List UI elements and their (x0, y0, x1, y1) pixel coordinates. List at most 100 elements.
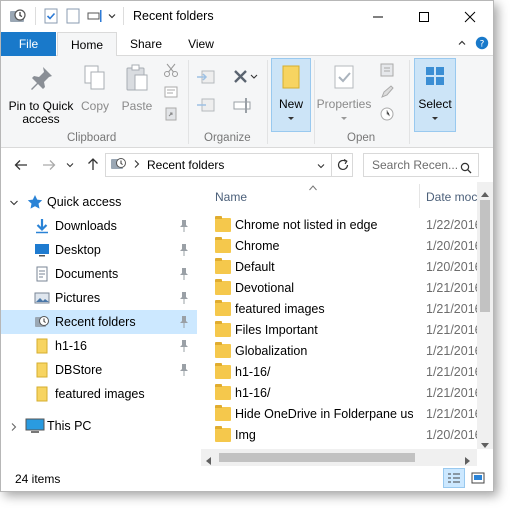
details-view-button[interactable] (443, 468, 465, 488)
close-button[interactable] (447, 1, 493, 32)
file-name: Img (235, 428, 256, 442)
clipboard-group-label: Clipboard (67, 132, 117, 144)
nav-quick-access[interactable]: Quick access (1, 190, 197, 214)
pin-icon[interactable] (179, 316, 189, 328)
back-arrow-icon[interactable] (13, 157, 29, 176)
nav-item-recent-folders[interactable]: Recent folders (1, 310, 197, 334)
maximize-button[interactable] (401, 1, 447, 32)
file-row[interactable]: Files Important 1/21/2016 (215, 321, 482, 342)
title-bar: Recent folders (1, 1, 493, 32)
documents-icon (34, 266, 50, 282)
file-name: featured images (235, 302, 325, 316)
open-button[interactable] (377, 62, 397, 78)
copy-button[interactable]: Copy (77, 64, 113, 113)
breadcrumb-chevron-icon[interactable] (133, 158, 141, 172)
pin-icon[interactable] (179, 340, 189, 352)
copy-to-button[interactable] (195, 96, 219, 114)
search-input[interactable]: Search Recen... (363, 153, 479, 177)
file-row[interactable]: Hide OneDrive in Folderpane us... 1/21/20… (215, 405, 482, 426)
customize-toolbar-chevron-icon[interactable] (107, 7, 117, 25)
column-divider[interactable] (419, 184, 420, 208)
rename-button[interactable] (231, 96, 255, 114)
forward-arrow-icon[interactable] (41, 157, 57, 176)
up-arrow-icon[interactable] (85, 156, 101, 175)
recent-locations-chevron-icon[interactable] (65, 159, 75, 173)
column-header-name[interactable]: Name (215, 190, 247, 204)
pin-icon[interactable] (179, 268, 189, 280)
pictures-icon (34, 290, 50, 306)
tab-home[interactable]: Home (57, 32, 117, 57)
history-icon (380, 107, 394, 121)
pin-icon[interactable] (179, 220, 189, 232)
file-row[interactable]: featured images 1/21/2016 (215, 300, 482, 321)
file-name: h1-16/ (235, 365, 271, 379)
select-button[interactable]: Select (414, 64, 456, 123)
address-bar[interactable]: Recent folders (105, 153, 353, 177)
copy-path-button[interactable] (161, 84, 181, 100)
paste-shortcut-button[interactable] (161, 106, 181, 122)
expand-chevron-icon[interactable] (9, 197, 19, 211)
properties-button[interactable]: Properties (315, 64, 373, 123)
file-row[interactable]: Img 1/20/2016 (215, 426, 482, 447)
large-icons-view-icon (471, 472, 485, 484)
nav-item-downloads[interactable]: Downloads (1, 214, 197, 238)
large-icons-view-button[interactable] (467, 468, 489, 488)
file-row[interactable]: Devotional 1/21/2016 (215, 279, 482, 300)
move-to-button[interactable] (195, 68, 219, 86)
help-icon[interactable]: ? (475, 36, 489, 53)
refresh-button[interactable] (331, 153, 353, 177)
nav-item-featured-images[interactable]: featured images (1, 382, 197, 406)
expand-chevron-icon[interactable] (9, 421, 19, 435)
horizontal-scroll-thumb[interactable] (219, 453, 415, 462)
pin-to-quick-access-button[interactable]: Pin to Quick access (5, 64, 77, 126)
open-group-label: Open (347, 132, 376, 144)
file-date: 1/20/2016 (426, 239, 482, 253)
rename-qat-icon[interactable] (87, 7, 103, 25)
vertical-scroll-thumb[interactable] (480, 200, 490, 312)
properties-icon (334, 65, 354, 89)
window-title: Recent folders (133, 9, 214, 23)
tab-view[interactable]: View (177, 32, 225, 56)
file-row[interactable]: Default 1/20/2016 (215, 258, 482, 279)
properties-qat-icon[interactable] (43, 7, 59, 25)
address-history-chevron-icon[interactable] (316, 160, 326, 174)
paste-label: Paste (121, 99, 153, 113)
file-row[interactable]: Chrome 1/20/2016 (215, 237, 482, 258)
navigation-bar: Recent folders Search Recen... (1, 148, 493, 182)
pin-icon[interactable] (179, 364, 189, 376)
nav-item-h1-16[interactable]: h1-16 (1, 334, 197, 358)
nav-item-desktop[interactable]: Desktop (1, 238, 197, 262)
collapse-ribbon-icon[interactable] (457, 38, 467, 51)
minimize-button[interactable] (355, 1, 401, 32)
navigation-pane: Quick access Downloads Desktop Documents (1, 182, 201, 449)
pin-icon[interactable] (179, 244, 189, 256)
delete-button[interactable] (231, 68, 259, 86)
horizontal-scrollbar[interactable] (201, 449, 477, 466)
new-folder-icon (282, 65, 300, 89)
tab-file[interactable]: File (1, 32, 56, 56)
new-folder-qat-icon[interactable] (65, 7, 81, 25)
tab-share[interactable]: Share (121, 32, 171, 56)
breadcrumb-current[interactable]: Recent folders (147, 158, 224, 172)
nav-item-documents[interactable]: Documents (1, 262, 197, 286)
ribbon-right-controls: ? (457, 36, 489, 53)
nav-item-dbstore[interactable]: DBStore (1, 358, 197, 382)
file-row[interactable]: Globalization 1/21/2016 (215, 342, 482, 363)
pin-icon[interactable] (179, 292, 189, 304)
scroll-up-icon[interactable] (481, 186, 489, 200)
file-row[interactable]: h1-16/1/21/2016 (215, 384, 482, 405)
rename-icon (233, 98, 251, 113)
scroll-down-icon[interactable] (481, 438, 489, 452)
edit-button[interactable] (377, 84, 397, 100)
history-button[interactable] (377, 106, 397, 122)
nav-item-pictures[interactable]: Pictures (1, 286, 197, 310)
new-button[interactable]: New (271, 64, 311, 123)
file-row[interactable]: h1-16/1/21/2016 (215, 363, 482, 384)
recent-folders-app-icon[interactable] (9, 7, 27, 25)
vertical-scrollbar[interactable] (477, 182, 493, 449)
file-row[interactable]: Chrome not listed in edge 1/22/2016 (215, 216, 482, 237)
column-header-date[interactable]: Date moc (426, 190, 477, 204)
paste-button[interactable]: Paste (117, 64, 157, 113)
cut-button[interactable] (161, 62, 181, 78)
nav-this-pc[interactable]: This PC (1, 414, 197, 438)
